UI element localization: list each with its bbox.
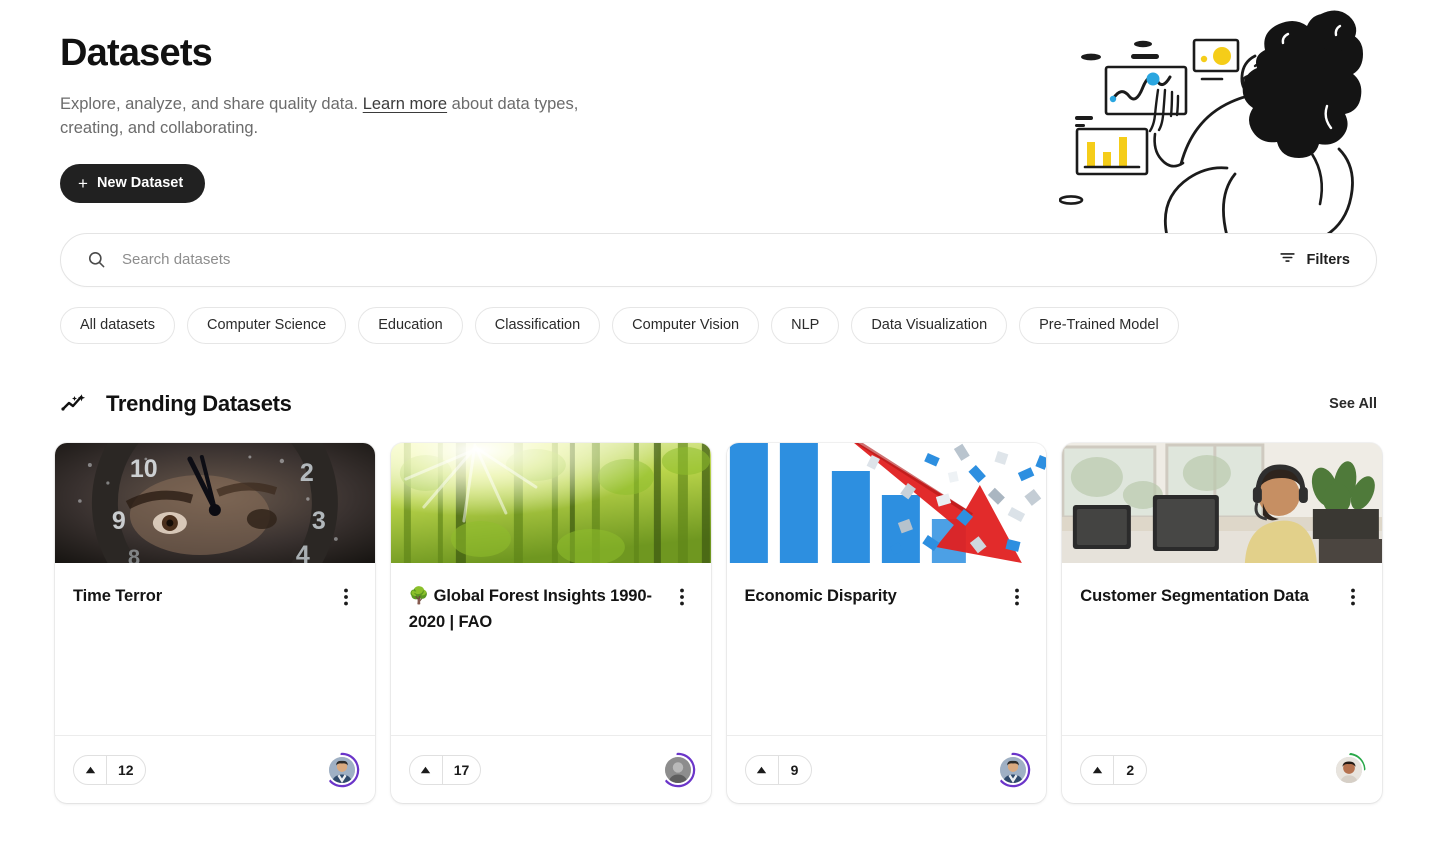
card-body: Economic Disparity bbox=[727, 563, 1047, 735]
tag-pill-data-visualization[interactable]: Data Visualization bbox=[851, 306, 1008, 345]
vote-count: 17 bbox=[453, 761, 470, 778]
card-title: Customer Segmentation Data bbox=[1080, 587, 1309, 606]
search-input[interactable] bbox=[122, 251, 1276, 269]
more-vertical-icon[interactable] bbox=[1342, 586, 1364, 608]
card-title: Time Terror bbox=[73, 587, 163, 606]
vote-count: 12 bbox=[118, 761, 134, 778]
avatar[interactable] bbox=[326, 752, 359, 787]
vote-widget[interactable]: 2 bbox=[1080, 754, 1148, 785]
svg-text:8: 8 bbox=[128, 545, 140, 563]
svg-text:4: 4 bbox=[296, 541, 310, 563]
more-vertical-icon[interactable] bbox=[671, 586, 693, 608]
learn-more-link[interactable]: Learn more bbox=[363, 95, 447, 113]
svg-text:10: 10 bbox=[130, 455, 158, 483]
avatar[interactable] bbox=[1334, 752, 1366, 785]
card-body: 🌳 Global Forest Insights 1990-2020 | FAO bbox=[391, 563, 711, 735]
card-thumbnail-call-center bbox=[1062, 443, 1382, 564]
tag-pill-pre-trained-model[interactable]: Pre-Trained Model bbox=[1019, 306, 1179, 345]
vote-widget[interactable]: 17 bbox=[408, 754, 482, 785]
trending-title: Trending Datasets bbox=[106, 391, 292, 417]
caret-up-icon[interactable] bbox=[746, 755, 779, 784]
page-title: Datasets bbox=[60, 32, 213, 74]
trending-sparkle-icon bbox=[60, 392, 88, 416]
hero-section: Datasets Explore, analyze, and share qua… bbox=[0, 0, 1437, 238]
card-footer: 17 bbox=[390, 735, 711, 803]
tag-pill-computer-science[interactable]: Computer Science bbox=[186, 306, 347, 345]
filters-label: Filters bbox=[1306, 251, 1350, 268]
tag-pill-all-datasets[interactable]: All datasets bbox=[60, 306, 175, 345]
search-row: Filters bbox=[0, 232, 1437, 287]
vote-count: 2 bbox=[1126, 761, 1135, 778]
avatar[interactable] bbox=[662, 752, 695, 787]
dataset-card[interactable]: Economic Disparity 9 bbox=[726, 443, 1047, 804]
card-title: Economic Disparity bbox=[744, 587, 897, 606]
plus-icon: + bbox=[78, 173, 88, 193]
dataset-card[interactable]: 🌳 Global Forest Insights 1990-2020 | FAO… bbox=[390, 443, 711, 804]
caret-up-icon[interactable] bbox=[1081, 755, 1115, 784]
card-thumbnail-forest bbox=[390, 443, 711, 564]
vote-widget[interactable]: 9 bbox=[744, 754, 812, 785]
card-footer: 12 bbox=[55, 735, 375, 803]
caret-up-icon[interactable] bbox=[410, 755, 443, 784]
search-icon bbox=[87, 250, 106, 269]
avatar-image bbox=[1334, 754, 1364, 785]
card-footer: 2 bbox=[1062, 735, 1382, 803]
see-all-link[interactable]: See All bbox=[1329, 396, 1377, 412]
more-vertical-icon[interactable] bbox=[335, 586, 357, 608]
dataset-card[interactable]: Customer Segmentation Data 2 bbox=[1062, 443, 1382, 804]
svg-text:9: 9 bbox=[112, 507, 126, 535]
avatar-image bbox=[662, 754, 693, 785]
dataset-card[interactable]: 10 9 2 3 4 8 Time Terror 12 bbox=[55, 443, 375, 804]
card-thumbnail-clock-face: 10 9 2 3 4 8 bbox=[55, 443, 375, 564]
vote-count: 9 bbox=[790, 761, 799, 778]
card-thumbnail-bar-chart-shatter bbox=[726, 443, 1047, 564]
avatar-image bbox=[998, 754, 1029, 785]
avatar[interactable] bbox=[998, 752, 1031, 787]
trending-cards-grid: 10 9 2 3 4 8 Time Terror 12 🌳 Global For… bbox=[0, 443, 1437, 804]
tag-pill-nlp[interactable]: NLP bbox=[771, 306, 840, 345]
tag-pill-classification[interactable]: Classification bbox=[474, 306, 601, 345]
card-body: Customer Segmentation Data bbox=[1062, 563, 1382, 735]
new-dataset-button[interactable]: + New Dataset bbox=[60, 163, 206, 203]
tag-filter-row: All datasets Computer Science Education … bbox=[0, 306, 1437, 345]
datasets-page: Datasets Explore, analyze, and share qua… bbox=[0, 0, 1437, 864]
vote-widget[interactable]: 12 bbox=[73, 754, 146, 785]
svg-text:3: 3 bbox=[312, 507, 326, 535]
avatar-image bbox=[326, 754, 357, 785]
hero-subtitle-before: Explore, analyze, and share quality data… bbox=[60, 94, 363, 113]
search-bar[interactable]: Filters bbox=[60, 232, 1377, 287]
card-title: 🌳 Global Forest Insights 1990-2020 | FAO bbox=[408, 587, 652, 632]
tag-pill-computer-vision[interactable]: Computer Vision bbox=[612, 306, 760, 345]
new-dataset-label: New Dataset bbox=[96, 175, 184, 192]
caret-up-icon[interactable] bbox=[74, 755, 107, 784]
filter-icon bbox=[1279, 249, 1296, 270]
svg-text:2: 2 bbox=[300, 459, 314, 487]
tag-pill-education[interactable]: Education bbox=[358, 306, 463, 345]
filters-button[interactable]: Filters bbox=[1275, 243, 1354, 276]
trending-section-header: Trending Datasets See All bbox=[0, 391, 1437, 417]
more-vertical-icon[interactable] bbox=[1006, 586, 1028, 608]
hero-subtitle: Explore, analyze, and share quality data… bbox=[60, 92, 600, 140]
card-footer: 9 bbox=[726, 735, 1047, 803]
card-body: Time Terror bbox=[55, 563, 375, 735]
